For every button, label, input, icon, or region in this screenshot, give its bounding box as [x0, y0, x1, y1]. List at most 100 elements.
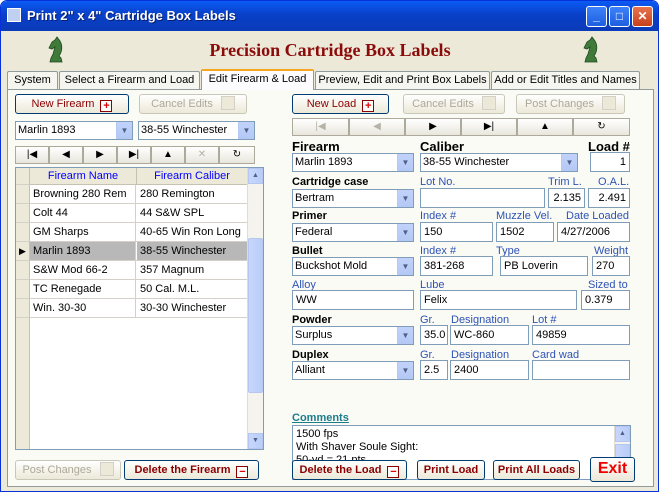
cancel-edits-firearm-button[interactable]: Cancel Edits	[139, 94, 247, 114]
grid-vertical-scrollbar[interactable]: ▲ ▼	[247, 168, 263, 449]
table-row[interactable]: Colt 44 44 S&W SPL	[30, 204, 248, 223]
grid-header-name[interactable]: Firearm Name	[30, 168, 137, 185]
powder-select[interactable]: Surplus ▼	[292, 326, 414, 345]
table-row[interactable]: S&W Mod 66-2 357 Magnum	[30, 261, 248, 280]
table-row[interactable]: GM Sharps 40-65 Win Ron Long	[30, 223, 248, 242]
duplex-grains-field[interactable]: 2.5	[420, 360, 448, 380]
oal-field[interactable]: 2.491	[588, 188, 630, 208]
delete-load-button[interactable]: Delete the Load −	[292, 460, 407, 480]
cartridge-case-select[interactable]: Bertram ▼	[292, 189, 414, 208]
window-title: Print 2" x 4" Cartridge Box Labels	[27, 8, 236, 23]
powder-grains-field[interactable]: 35.0	[420, 325, 448, 345]
primer-label: Primer	[292, 210, 327, 222]
load-nav-refresh-button[interactable]: ↻	[573, 118, 630, 136]
row-selector[interactable]	[16, 185, 30, 204]
grid-header-caliber[interactable]: Firearm Caliber	[137, 168, 248, 185]
firearm-filter-select[interactable]: Marlin 1893 ▼	[15, 121, 133, 140]
print-all-loads-button[interactable]: Print All Loads	[493, 460, 580, 480]
scroll-up-icon[interactable]: ▲	[615, 426, 630, 442]
caliber-filter-select[interactable]: 38-55 Winchester ▼	[138, 121, 255, 140]
nav-first-button[interactable]: |◀	[15, 146, 49, 164]
new-load-button[interactable]: New Load +	[292, 94, 389, 114]
grid-corner	[16, 168, 30, 185]
print-load-button[interactable]: Print Load	[417, 460, 485, 480]
cancel-edits-load-button[interactable]: Cancel Edits	[403, 94, 505, 114]
row-selector[interactable]	[16, 299, 30, 318]
cancel-edits-label: Cancel Edits	[412, 98, 474, 110]
current-row-pointer-icon[interactable]: ▶	[16, 242, 30, 261]
nav-refresh-button[interactable]: ↻	[219, 146, 255, 164]
oal-label: O.A.L.	[598, 176, 630, 188]
caliber-select[interactable]: 38-55 Winchester ▼	[420, 153, 578, 172]
cartridge-case-label: Cartridge case	[292, 176, 369, 188]
lot-no-field[interactable]	[420, 188, 545, 208]
load-nav-first-button[interactable]: |◀	[292, 118, 349, 136]
app-icon	[7, 8, 21, 22]
nav-up-button[interactable]: ▲	[151, 146, 185, 164]
chevron-down-icon: ▼	[397, 190, 413, 207]
sized-to-field[interactable]: 0.379	[581, 290, 630, 310]
new-firearm-label: New Firearm	[31, 98, 95, 110]
scroll-up-icon[interactable]: ▲	[248, 168, 263, 184]
table-row[interactable]: Browning 280 Rem 280 Remington	[30, 185, 248, 204]
tab-preview-print[interactable]: Preview, Edit and Print Box Labels	[315, 71, 490, 89]
bullet-type-field[interactable]: PB Loverin	[500, 256, 588, 276]
primer-index-field[interactable]: 150	[420, 222, 493, 242]
trim-length-field[interactable]: 2.135	[548, 188, 585, 208]
alloy-field[interactable]: WW	[292, 290, 414, 310]
load-nav-prev-button[interactable]: ◀	[349, 118, 405, 136]
powder-designation-field[interactable]: WC-860	[450, 325, 529, 345]
firearm-select[interactable]: Marlin 1893 ▼	[292, 153, 414, 172]
delete-firearm-button[interactable]: Delete the Firearm −	[124, 460, 259, 480]
close-button[interactable]: ✕	[632, 6, 653, 27]
post-changes-load-button[interactable]: Post Changes	[516, 94, 625, 114]
table-row-selected[interactable]: Marlin 1893 38-55 Winchester	[30, 242, 248, 261]
maximize-button[interactable]: □	[609, 6, 630, 27]
tab-edit-firearm[interactable]: Edit Firearm & Load	[201, 69, 314, 90]
load-nav-last-button[interactable]: ▶|	[461, 118, 517, 136]
card-wad-field[interactable]	[532, 360, 630, 380]
duplex-select[interactable]: Alliant ▼	[292, 361, 414, 380]
table-row[interactable]: TC Renegade 50 Cal. M.L.	[30, 280, 248, 299]
row-selector[interactable]	[16, 280, 30, 299]
tab-add-edit-titles[interactable]: Add or Edit Titles and Names	[491, 71, 640, 89]
window-body: Precision Cartridge Box Labels System Se…	[4, 31, 656, 490]
nav-next-button[interactable]: ▶	[83, 146, 117, 164]
firearm-grid: Firearm Name Firearm Caliber Browning 28…	[15, 167, 264, 450]
firearm-filter-value: Marlin 1893	[18, 124, 76, 136]
new-firearm-button[interactable]: New Firearm +	[15, 94, 129, 114]
row-selector[interactable]	[16, 223, 30, 242]
exit-button[interactable]: Exit	[590, 457, 635, 482]
nav-cancel-button[interactable]: ✕	[185, 146, 219, 164]
bullet-select[interactable]: Buckshot Mold ▼	[292, 257, 414, 276]
lube-field[interactable]: Felix	[420, 290, 577, 310]
load-nav-up-button[interactable]: ▲	[517, 118, 573, 136]
post-changes-firearm-button[interactable]: Post Changes	[15, 460, 121, 480]
cell-name: Colt 44	[30, 204, 136, 222]
lot-no-label: Lot No.	[420, 176, 456, 188]
bullet-index-field[interactable]: 381-268	[420, 256, 493, 276]
tab-select-firearm[interactable]: Select a Firearm and Load	[59, 71, 200, 89]
nav-last-button[interactable]: ▶|	[117, 146, 151, 164]
cell-name: GM Sharps	[30, 223, 136, 241]
duplex-designation-field[interactable]: 2400	[450, 360, 529, 380]
cell-caliber: 38-55 Winchester	[137, 242, 248, 260]
disabled-square-icon	[602, 96, 617, 110]
row-selector[interactable]	[16, 261, 30, 280]
scroll-thumb[interactable]	[248, 238, 263, 393]
bullet-weight-field[interactable]: 270	[592, 256, 630, 276]
muzzle-velocity-field[interactable]: 1502	[496, 222, 554, 242]
powder-lot-field[interactable]: 49859	[532, 325, 630, 345]
cell-name: Browning 280 Rem	[30, 185, 136, 203]
row-selector[interactable]	[16, 204, 30, 223]
tab-system[interactable]: System	[7, 71, 58, 89]
date-loaded-field[interactable]: 4/27/2006	[557, 222, 630, 242]
table-row[interactable]: Win. 30-30 30-30 Winchester	[30, 299, 248, 318]
minimize-button[interactable]: _	[586, 6, 607, 27]
scroll-down-icon[interactable]: ▼	[248, 433, 263, 449]
cell-caliber: 40-65 Win Ron Long	[140, 226, 241, 238]
primer-select[interactable]: Federal ▼	[292, 223, 414, 242]
load-nav-next-button[interactable]: ▶	[405, 118, 461, 136]
nav-prev-button[interactable]: ◀	[49, 146, 83, 164]
load-number-field[interactable]: 1	[590, 152, 630, 172]
